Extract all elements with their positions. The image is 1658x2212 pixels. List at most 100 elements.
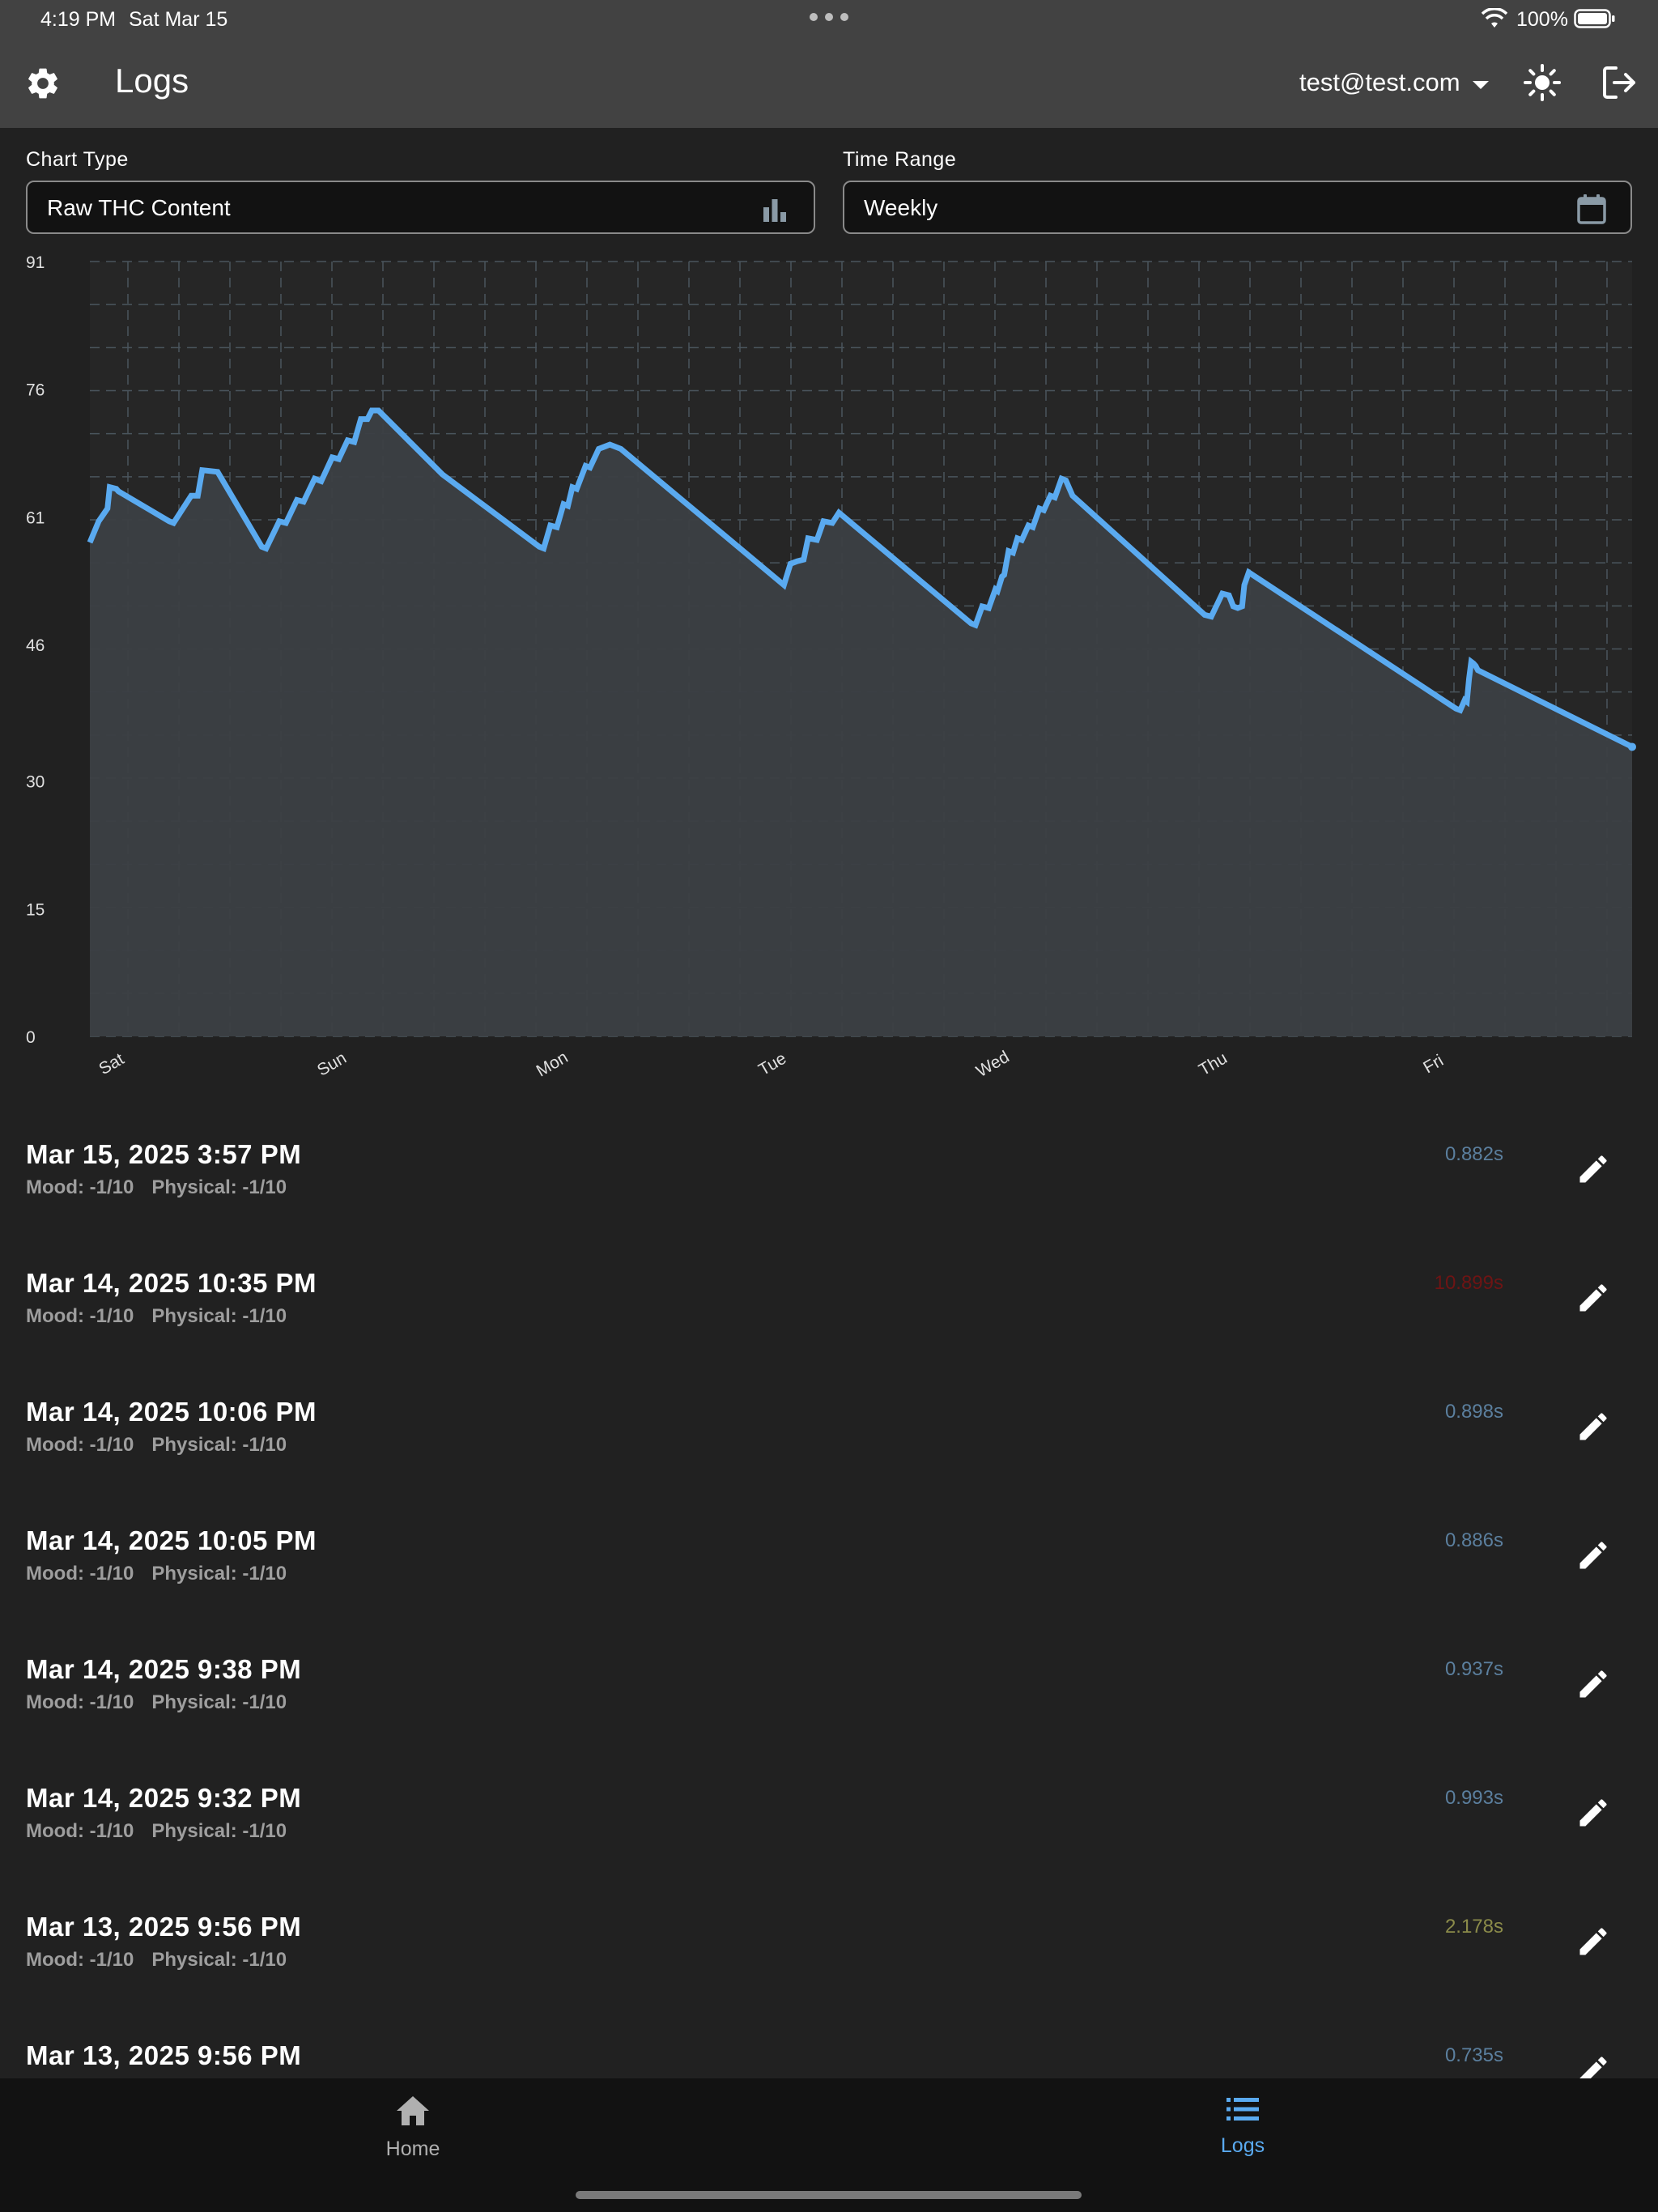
x-tick-label: Thu — [1196, 1049, 1231, 1079]
home-icon — [395, 2096, 431, 2130]
gear-icon[interactable] — [24, 65, 62, 102]
chevron-down-icon — [1472, 68, 1490, 97]
log-physical: Physical: -1/10 — [151, 1563, 287, 1585]
bar-chart-icon — [759, 193, 791, 225]
log-date: Mar 13, 2025 9:56 PM — [26, 1912, 302, 1942]
log-meta: Mood: -1/10 Physical: -1/10 — [26, 1949, 287, 1972]
log-physical: Physical: -1/10 — [151, 1949, 287, 1971]
x-tick-label: Mon — [534, 1048, 572, 1080]
status-time: 4:19 PM — [40, 8, 117, 31]
log-date: Mar 14, 2025 10:35 PM — [26, 1268, 317, 1298]
log-duration: 0.882s — [1444, 1143, 1503, 1165]
y-tick-label: 61 — [26, 508, 45, 527]
log-list: Mar 15, 2025 3:57 PM Mood: -1/10 Physical:… — [0, 1109, 1658, 2078]
log-meta: Mood: -1/10 Physical: -1/10 — [26, 1691, 287, 1714]
y-tick-label: 0 — [26, 1028, 36, 1047]
edit-icon[interactable] — [1575, 2052, 1611, 2078]
log-physical: Physical: -1/10 — [151, 1691, 287, 1713]
y-tick-label: 46 — [26, 636, 45, 655]
log-meta: Mood: -1/10 Physical: -1/10 — [26, 1305, 287, 1328]
home-indicator — [576, 2191, 1082, 2199]
time-range-select[interactable]: Weekly — [843, 181, 1632, 234]
edit-icon[interactable] — [1575, 1924, 1611, 1959]
log-meta: Mood: -1/10 Physical: -1/10 — [26, 1176, 287, 1199]
x-tick-label: Fri — [1420, 1051, 1447, 1077]
chart-type-select[interactable]: Raw THC Content — [26, 181, 815, 234]
log-date: Mar 13, 2025 9:56 PM — [26, 2040, 302, 2070]
wifi-icon — [1481, 7, 1508, 35]
account-dropdown[interactable]: test@test.com — [1299, 68, 1490, 97]
list-item[interactable]: Mar 14, 2025 10:35 PM Mood: -1/10 Physical… — [0, 1238, 1658, 1367]
list-item[interactable]: Mar 15, 2025 3:57 PM Mood: -1/10 Physical:… — [0, 1109, 1658, 1238]
app-bar: Logs test@test.com — [0, 39, 1658, 128]
app-root: 4:19 PM Sat Mar 15 100% Logs test@test.c… — [0, 0, 1658, 2212]
log-duration: 0.735s — [1444, 2044, 1503, 2066]
log-duration: 2.178s — [1444, 1916, 1503, 1938]
battery-icon — [1574, 8, 1616, 35]
list-item[interactable]: Mar 13, 2025 9:56 PM Mood: -1/10 Physical:… — [0, 1882, 1658, 2010]
thc-chart: 0 15 30 46 61 76 91 Sat Sun Mon Tue Wed Thu Fri — [26, 253, 1636, 1081]
x-tick-label: Wed — [973, 1048, 1013, 1081]
log-date: Mar 14, 2025 10:05 PM — [26, 1525, 317, 1555]
log-duration: 0.886s — [1444, 1529, 1503, 1551]
battery-percent: 100% — [1516, 8, 1568, 31]
log-meta: Mood: -1/10 Physical: -1/10 — [26, 1434, 287, 1457]
x-tick-label: Sat — [96, 1049, 127, 1078]
log-mood: Mood: -1/10 — [26, 1949, 134, 1971]
log-duration: 10.899s — [1434, 1272, 1503, 1294]
edit-icon[interactable] — [1575, 1538, 1611, 1573]
time-range-label: Time Range — [843, 148, 957, 171]
multitasking-dots-icon[interactable] — [810, 13, 848, 24]
status-bar: 4:19 PM Sat Mar 15 100% — [0, 0, 1658, 39]
log-physical: Physical: -1/10 — [151, 1305, 287, 1327]
log-mood: Mood: -1/10 — [26, 1176, 134, 1198]
log-physical: Physical: -1/10 — [151, 1176, 287, 1198]
log-duration: 0.993s — [1444, 1787, 1503, 1809]
log-mood: Mood: -1/10 — [26, 1305, 134, 1327]
series-endpoint — [1628, 742, 1636, 751]
chart-type-label: Chart Type — [26, 148, 129, 171]
list-item[interactable]: Mar 14, 2025 9:32 PM Mood: -1/10 Physical:… — [0, 1753, 1658, 1882]
account-email: test@test.com — [1299, 68, 1460, 96]
log-mood: Mood: -1/10 — [26, 1691, 134, 1713]
log-mood: Mood: -1/10 — [26, 1820, 134, 1842]
log-date: Mar 14, 2025 9:38 PM — [26, 1654, 302, 1684]
log-duration: 0.937s — [1444, 1658, 1503, 1680]
log-mood: Mood: -1/10 — [26, 1434, 134, 1456]
list-item[interactable]: Mar 14, 2025 9:38 PM Mood: -1/10 Physical:… — [0, 1624, 1658, 1753]
time-range-value: Weekly — [864, 195, 938, 220]
y-tick-label: 15 — [26, 900, 45, 919]
y-tick-label: 91 — [26, 253, 45, 272]
logout-icon[interactable] — [1600, 63, 1639, 102]
chart-type-value: Raw THC Content — [47, 195, 231, 220]
log-date: Mar 14, 2025 10:06 PM — [26, 1397, 317, 1427]
list-item[interactable]: Mar 14, 2025 10:05 PM Mood: -1/10 Physical… — [0, 1495, 1658, 1624]
edit-icon[interactable] — [1575, 1666, 1611, 1702]
edit-icon[interactable] — [1575, 1151, 1611, 1187]
list-icon — [1225, 2098, 1261, 2127]
log-meta: Mood: -1/10 Physical: -1/10 — [26, 1820, 287, 1843]
edit-icon[interactable] — [1575, 1280, 1611, 1316]
y-tick-label: 30 — [26, 773, 45, 792]
calendar-icon — [1575, 193, 1608, 225]
page-title: Logs — [115, 62, 189, 100]
log-meta: Mood: -1/10 Physical: -1/10 — [26, 1563, 287, 1585]
list-item[interactable]: Mar 13, 2025 9:56 PMMood: -1/10Physical:… — [0, 2010, 1658, 2078]
log-date: Mar 15, 2025 3:57 PM — [26, 1139, 302, 1169]
sun-icon[interactable] — [1523, 63, 1562, 102]
log-date: Mar 14, 2025 9:32 PM — [26, 1783, 302, 1813]
nav-logs-label: Logs — [1220, 2134, 1265, 2157]
log-duration: 0.898s — [1444, 1401, 1503, 1423]
edit-icon[interactable] — [1575, 1795, 1611, 1831]
status-date: Sat Mar 15 — [129, 8, 228, 31]
log-physical: Physical: -1/10 — [151, 1434, 287, 1456]
nav-home[interactable]: Home — [372, 2095, 453, 2176]
edit-icon[interactable] — [1575, 1409, 1611, 1444]
log-mood: Mood: -1/10 — [26, 1563, 134, 1585]
list-item[interactable]: Mar 14, 2025 10:06 PM Mood: -1/10 Physical… — [0, 1367, 1658, 1495]
x-tick-label: Tue — [755, 1049, 789, 1080]
x-tick-label: Sun — [314, 1049, 350, 1080]
nav-logs[interactable]: Logs — [1202, 2095, 1283, 2176]
log-physical: Physical: -1/10 — [151, 1820, 287, 1842]
nav-home-label: Home — [385, 2138, 440, 2160]
